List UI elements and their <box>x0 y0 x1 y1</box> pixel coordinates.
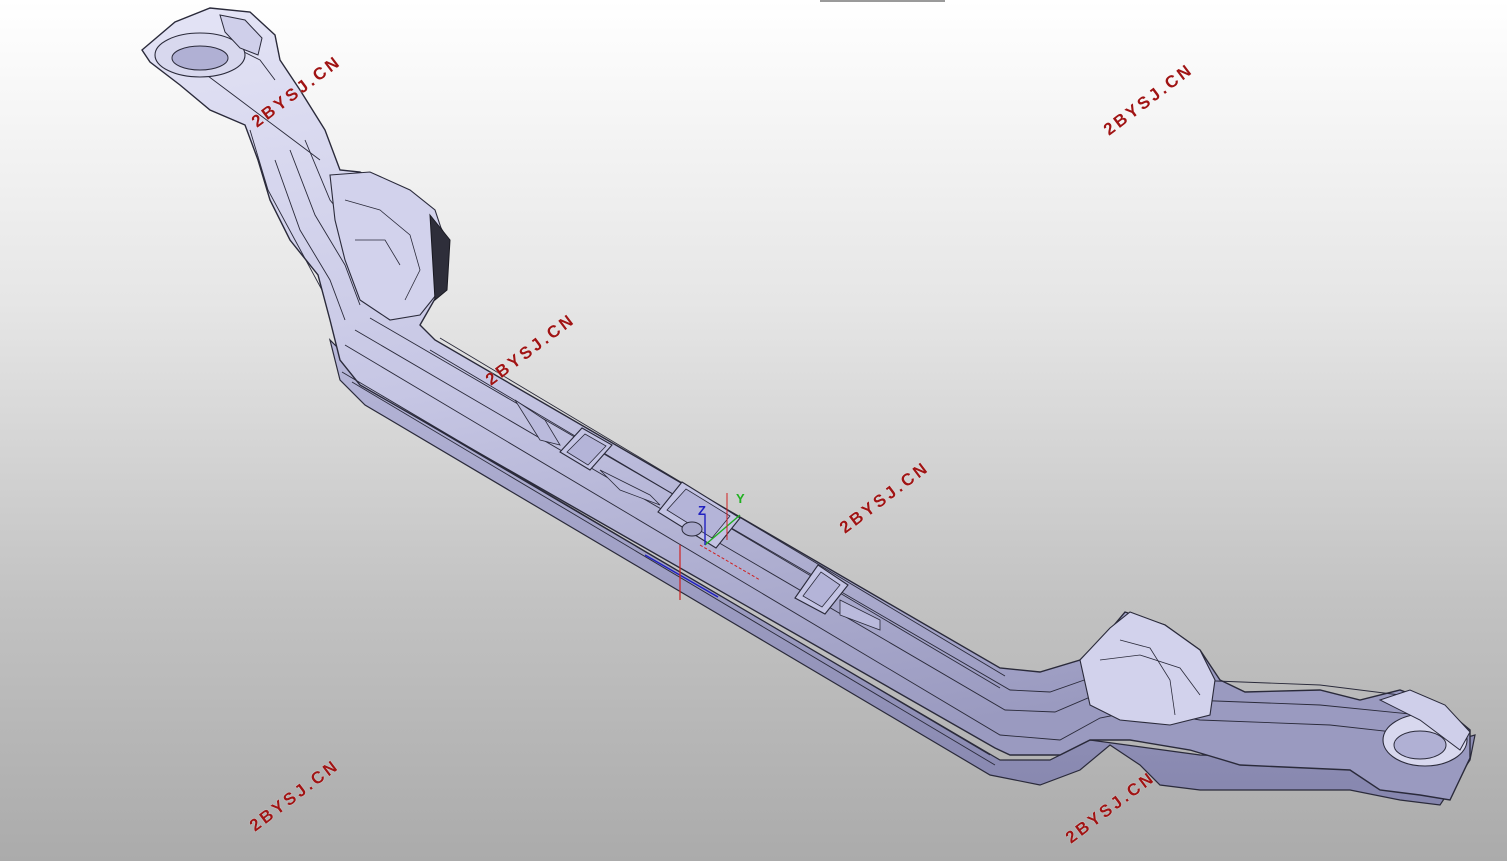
front-axle-beam-model[interactable] <box>0 0 1507 861</box>
z-axis-label: Z <box>698 503 706 518</box>
beam-top-face <box>141 7 1471 801</box>
3d-viewport[interactable]: Z Y 2BYSJ.CN 2BYSJ.CN 2BYSJ.CN 2BYSJ.CN … <box>0 0 1507 861</box>
right-kingpin-boss <box>1378 689 1471 767</box>
y-axis-label: Y <box>736 491 745 506</box>
right-spring-pad <box>1079 611 1216 726</box>
